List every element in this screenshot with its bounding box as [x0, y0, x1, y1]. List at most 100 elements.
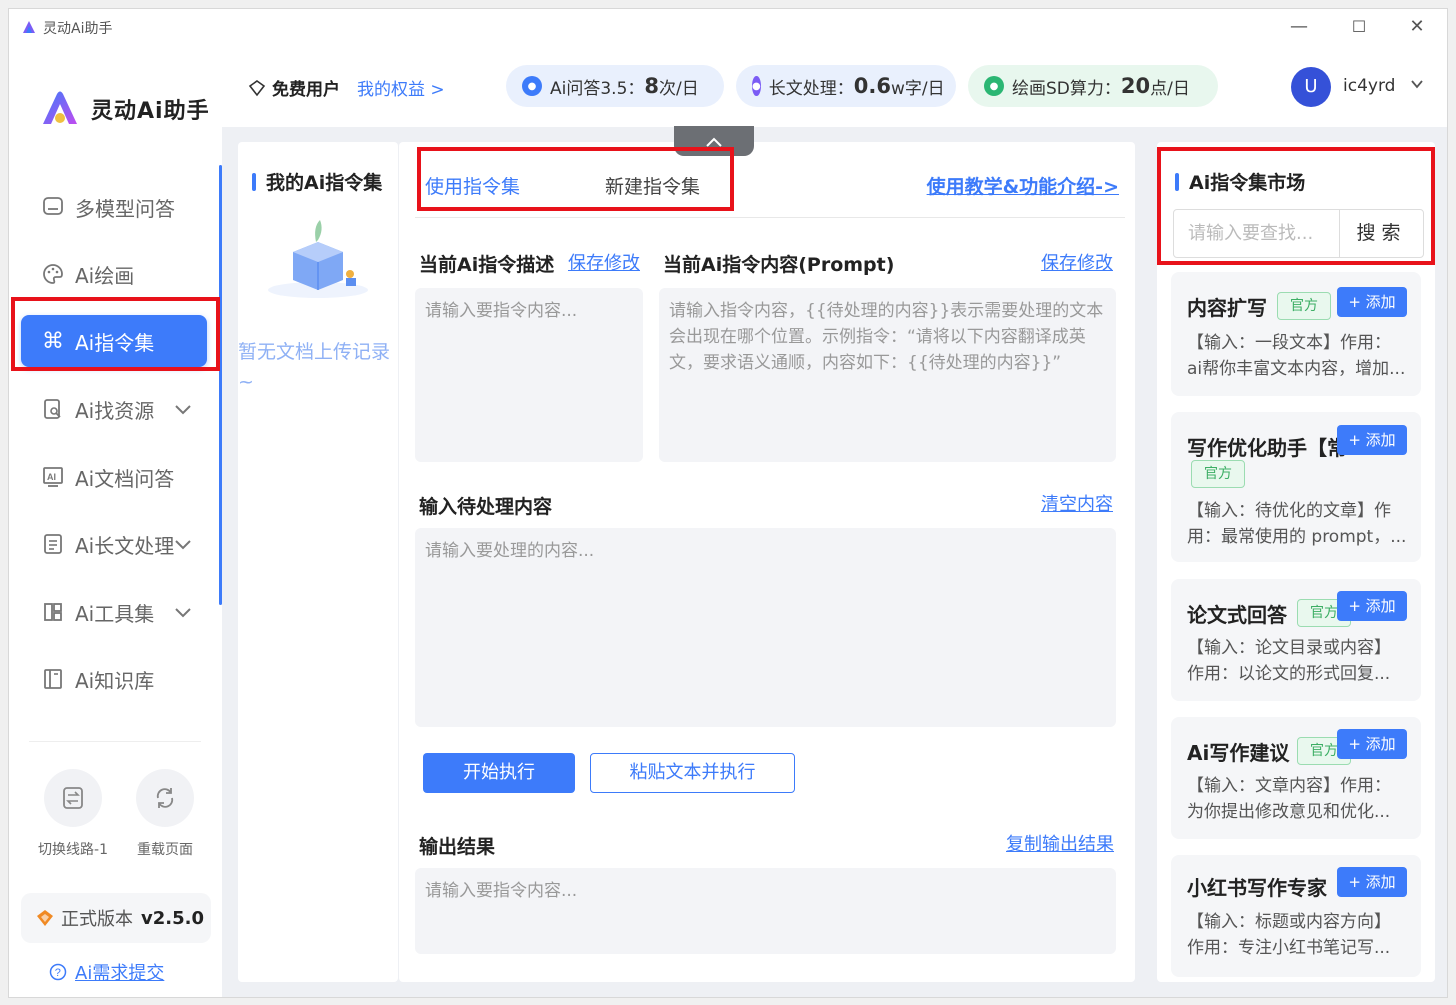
- reload-page-label: 重载页面: [137, 842, 193, 858]
- card-description-line: 作用：以论文的形式回复...: [1187, 664, 1391, 684]
- switch-line-icon: [44, 769, 102, 827]
- collapse-toggle[interactable]: [674, 126, 754, 156]
- quota-value: 20: [1120, 74, 1151, 98]
- save-desc-link[interactable]: 保存修改: [568, 249, 640, 275]
- panel-title: 我的Ai指令集: [252, 168, 382, 195]
- quota-label: 长文处理：: [768, 78, 854, 99]
- prompt-label: 当前Ai指令内容(Prompt): [663, 254, 895, 276]
- market-card[interactable]: 小红书写作专家 + 添加 【输入：标题或内容方向】 作用：专注小红书笔记写...: [1171, 855, 1421, 977]
- maximize-button[interactable]: ☐: [1346, 15, 1372, 39]
- minimize-button[interactable]: —: [1286, 15, 1312, 39]
- feedback-link[interactable]: ? Ai需求提交: [49, 959, 164, 985]
- sidebar-overflow-hint: [39, 730, 199, 740]
- diamond-outline-icon: [248, 79, 266, 96]
- market-card[interactable]: 写作优化助手【常 + 添加 官方 【输入：待优化的文章】作 用：最常使用的 pr…: [1171, 412, 1421, 562]
- add-button[interactable]: + 添加: [1337, 591, 1407, 621]
- version-badge: 正式版本 v2.5.0: [21, 893, 211, 943]
- sidebar-item-label: Ai工具集: [75, 601, 155, 626]
- sidebar-item-ai-commands[interactable]: ⌘ Ai指令集: [21, 315, 207, 367]
- input-textarea[interactable]: 请输入要处理的内容...: [415, 528, 1116, 727]
- sidebar-item-ai-painting[interactable]: Ai绘画: [21, 248, 207, 300]
- card-title: 论文式回答: [1187, 603, 1287, 627]
- card-description-line: 为你提出修改意见和优化...: [1187, 802, 1391, 822]
- card-description-line: 【输入：文章内容】作用：: [1187, 776, 1391, 796]
- username[interactable]: ic4yrd: [1343, 76, 1395, 96]
- window-title: 灵动Ai助手: [43, 21, 113, 37]
- quota-value: 0.6: [853, 74, 891, 98]
- chevron-up-icon: [706, 137, 722, 147]
- market-card[interactable]: 内容扩写 官方 + 添加 【输入：一段文本】作用： ai帮你丰富文本内容，增加.…: [1171, 272, 1421, 396]
- sidebar-item-label: Ai文档问答: [75, 466, 175, 491]
- official-badge: 官方: [1191, 460, 1245, 488]
- input-label: 输入待处理内容: [419, 496, 553, 518]
- sidebar-divider: [29, 741, 201, 742]
- add-button[interactable]: + 添加: [1337, 425, 1407, 455]
- sidebar-item-tools[interactable]: Ai工具集: [21, 586, 207, 638]
- add-button[interactable]: + 添加: [1337, 867, 1407, 897]
- help-circle-icon: ?: [49, 963, 67, 981]
- card-title: Ai写作建议: [1187, 741, 1290, 765]
- copy-output-link[interactable]: 复制输出结果: [1006, 830, 1114, 856]
- sidebar-item-knowledge-base[interactable]: Ai知识库: [21, 653, 207, 705]
- svg-text:AI: AI: [47, 472, 56, 482]
- close-button[interactable]: ✕: [1404, 15, 1430, 39]
- card-description-line: ai帮你丰富文本内容，增加...: [1187, 359, 1406, 379]
- long-text-icon: [41, 532, 65, 556]
- chevron-down-icon[interactable]: [1410, 77, 1424, 91]
- svg-text:?: ?: [55, 967, 61, 979]
- my-rights-link[interactable]: 我的权益 >: [357, 75, 445, 100]
- card-title: 小红书写作专家: [1187, 876, 1327, 900]
- sidebar-item-long-text[interactable]: Ai长文处理: [21, 518, 207, 570]
- chevron-down-icon: [175, 405, 191, 415]
- add-button[interactable]: + 添加: [1337, 287, 1407, 317]
- avatar[interactable]: U: [1291, 67, 1331, 107]
- output-label: 输出结果: [419, 836, 496, 858]
- card-title: 写作优化助手【常: [1187, 436, 1347, 460]
- card-description-line: 【输入：标题或内容方向】: [1187, 912, 1391, 932]
- market-search-input[interactable]: 请输入要查找...: [1173, 209, 1340, 258]
- switch-line-button[interactable]: 切换线路-1: [23, 769, 123, 859]
- command-market-panel: Ai指令集市场 请输入要查找... 搜索 内容扩写 官方 + 添加 【输入：一段…: [1157, 142, 1435, 982]
- empty-box-illustration: [268, 220, 368, 298]
- add-button[interactable]: + 添加: [1337, 729, 1407, 759]
- sidebar-item-label: Ai找资源: [75, 398, 155, 423]
- card-title: 内容扩写: [1187, 296, 1267, 320]
- tab-use-commands[interactable]: 使用指令集: [425, 172, 520, 199]
- command-icon: ⌘: [42, 328, 64, 354]
- desc-textarea[interactable]: 请输入要指令内容...: [415, 288, 643, 462]
- card-description-line: 用：最常使用的 prompt，...: [1187, 527, 1407, 547]
- sidebar-item-find-resources[interactable]: Ai找资源: [21, 383, 207, 435]
- search-doc-icon: [41, 397, 65, 421]
- desc-label: 当前Ai指令描述: [419, 254, 555, 276]
- prompt-textarea[interactable]: 请输入指令内容，{{待处理的内容}}表示需要处理的文本会出现在哪个位置。示例指令…: [659, 288, 1116, 462]
- diamond-icon: [37, 910, 53, 926]
- quota-pill-chat: ● Ai问答3.5： 8 次/日: [506, 65, 724, 107]
- my-commands-panel: 我的Ai指令集 暂无文档上传记录~: [238, 142, 398, 982]
- market-card[interactable]: Ai写作建议 官方 + 添加 【输入：文章内容】作用： 为你提出修改意见和优化.…: [1171, 717, 1421, 839]
- quota-pill-longtext: ● 长文处理： 0.6 w字/日: [736, 65, 956, 107]
- switch-line-label: 切换线路-1: [38, 842, 108, 858]
- chevron-down-icon: [175, 540, 191, 550]
- run-button[interactable]: 开始执行: [423, 753, 575, 793]
- tab-new-command[interactable]: 新建指令集: [605, 172, 700, 199]
- market-card[interactable]: 论文式回答 官方 + 添加 【输入：论文目录或内容】 作用：以论文的形式回复..…: [1171, 579, 1421, 701]
- palette-icon: ●: [984, 76, 1004, 96]
- chat-bubble-icon: ●: [752, 76, 761, 96]
- quota-pill-drawing: ● 绘画SD算力： 20 点/日: [968, 65, 1218, 107]
- reload-page-button[interactable]: 重载页面: [115, 769, 215, 859]
- book-icon: [41, 667, 65, 691]
- command-workspace: 使用指令集 新建指令集 使用教学&功能介绍-> 当前Ai指令描述 保存修改 当前…: [399, 142, 1135, 982]
- paste-and-run-button[interactable]: 粘贴文本并执行: [590, 753, 795, 793]
- official-badge: 官方: [1277, 292, 1331, 320]
- sidebar-item-multi-model[interactable]: 多模型问答: [21, 181, 207, 233]
- search-button[interactable]: 搜索: [1339, 209, 1424, 258]
- quota-value: 8: [644, 74, 660, 98]
- sidebar-item-doc-qa[interactable]: AI Ai文档问答: [21, 451, 207, 503]
- save-prompt-link[interactable]: 保存修改: [1041, 249, 1113, 275]
- user-type-label: 免费用户: [272, 80, 340, 100]
- tutorial-link[interactable]: 使用教学&功能介绍->: [927, 172, 1119, 199]
- brand-logo-icon: [43, 91, 77, 124]
- clear-content-link[interactable]: 清空内容: [1041, 490, 1113, 516]
- sidebar-item-label: Ai指令集: [75, 330, 155, 355]
- card-description-line: 【输入：论文目录或内容】: [1187, 638, 1391, 658]
